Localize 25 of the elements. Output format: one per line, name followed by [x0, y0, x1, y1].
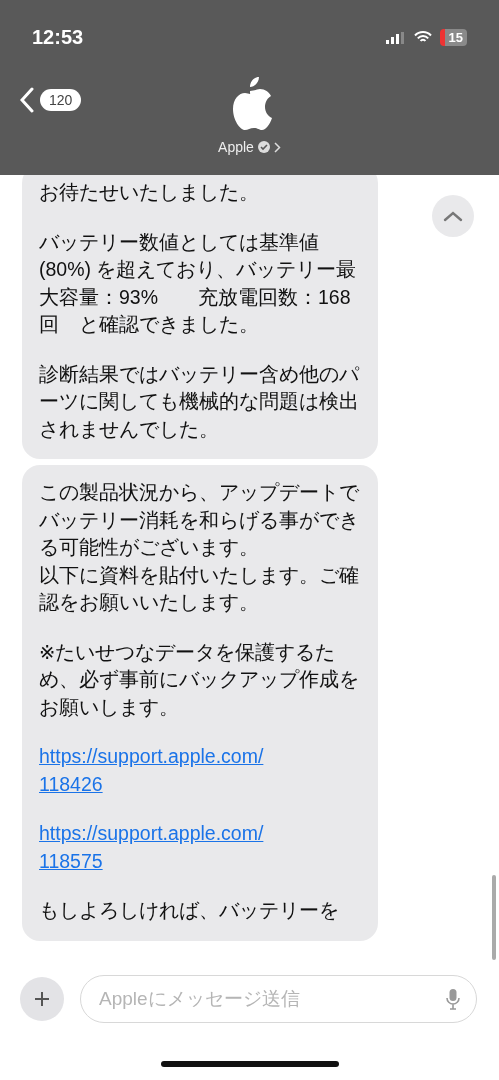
message-text: この製品状況から、アップデートでバッテリー消耗を和らげる事ができる可能性がございます。 — [39, 480, 360, 560]
message-text: 以下に資料を貼付いたします。ご確認をお願いいたします。 — [39, 562, 360, 615]
message-text: もしよろしければ、バッテリーを — [39, 898, 340, 923]
message-text: 診断結果ではバッテリー含め他のパーツに関しても機械的な問題は検出されませんでした。 — [39, 361, 361, 442]
message-text: バッテリー数値としては基準値(80%) を超えており、バッテリー最大容量：93% 充放電回数：168回 と確認できました。 — [39, 229, 358, 337]
status-time: 12:53 — [32, 26, 84, 49]
message-text: ※たいせつなデータを保護するため、必ず事前にバックアップ作成をお願いします。 — [39, 639, 360, 720]
support-link[interactable]: https://support.apple.com/ 118426 — [39, 743, 361, 798]
contact-name-button[interactable]: Apple — [218, 139, 281, 155]
battery-indicator: 15 — [439, 29, 467, 46]
chevron-right-icon — [273, 141, 281, 153]
wifi-icon — [413, 31, 432, 44]
scroll-up-button[interactable] — [432, 195, 474, 237]
verified-badge-icon — [257, 141, 270, 153]
chevron-up-icon — [443, 210, 463, 222]
microphone-icon — [446, 988, 460, 1010]
add-button[interactable] — [20, 977, 64, 1021]
chevron-left-icon — [20, 87, 34, 113]
unread-count-badge: 120 — [40, 89, 82, 111]
message-input-field[interactable]: Appleにメッセージ送信 — [97, 987, 446, 1011]
signal-icon — [385, 31, 406, 44]
plus-icon — [34, 991, 50, 1007]
back-button[interactable]: 120 — [20, 75, 219, 113]
support-link[interactable]: https://support.apple.com/ 118575 — [39, 820, 361, 875]
message-text: お待たせいたしました。 — [39, 180, 260, 205]
